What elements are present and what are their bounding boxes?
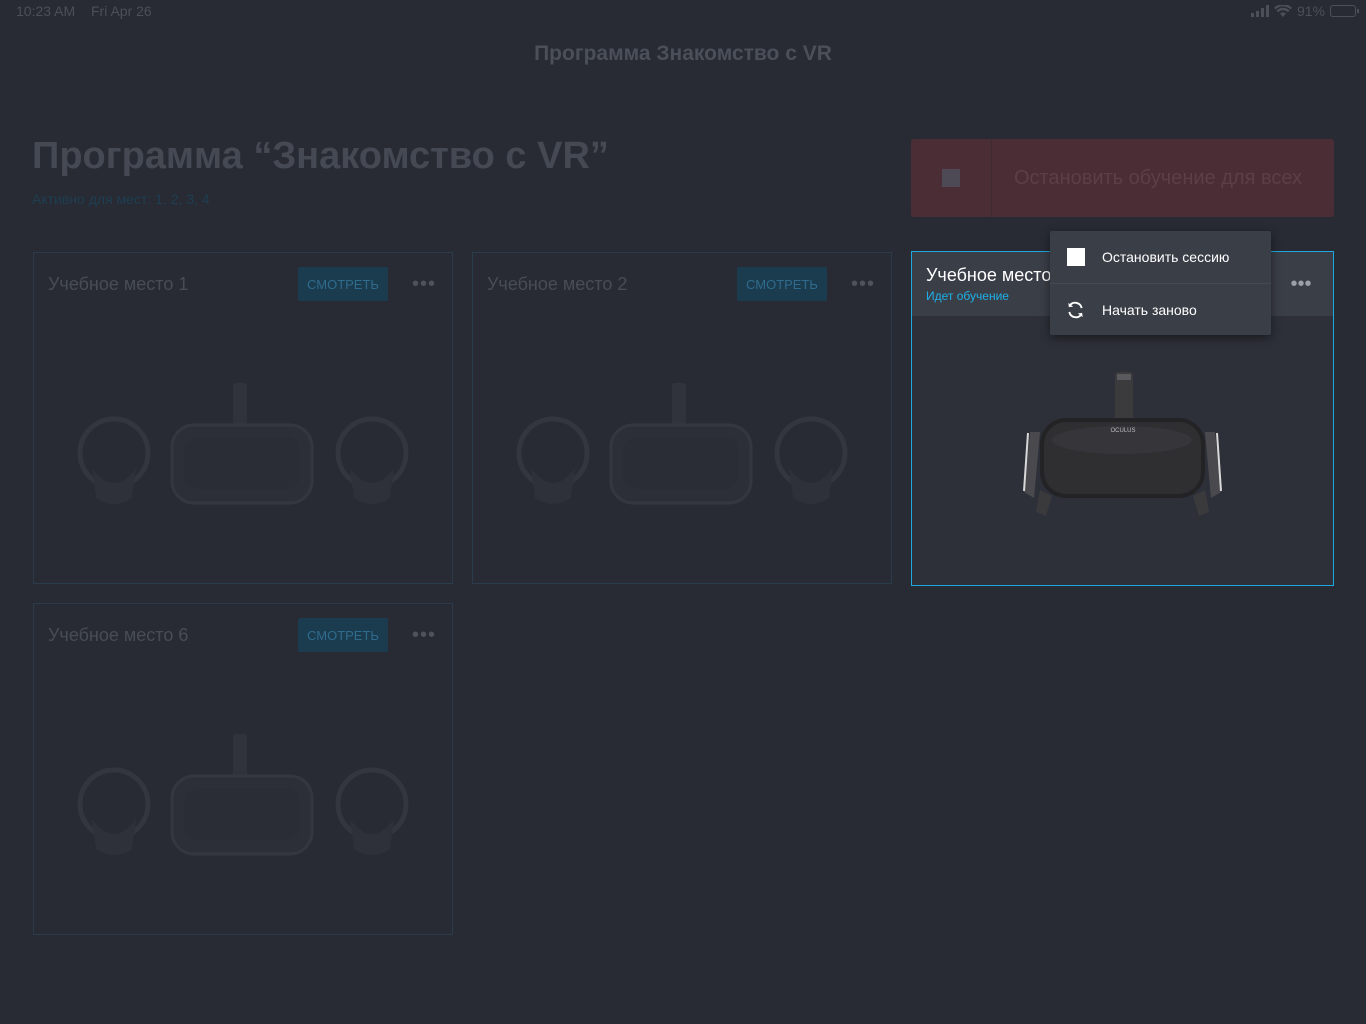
status-right: 91%: [1250, 3, 1359, 19]
more-options-icon[interactable]: •••: [404, 620, 444, 650]
page-title: Программа “Знакомство с VR”: [32, 135, 609, 177]
menu-item-restart[interactable]: Начать заново: [1050, 283, 1271, 335]
vr-headset-image: [72, 373, 417, 523]
stop-all-button[interactable]: Остановить обучение для всех: [911, 139, 1334, 217]
watch-button[interactable]: СМОТРЕТЬ: [298, 267, 388, 301]
watch-button[interactable]: СМОТРЕТЬ: [298, 618, 388, 652]
menu-item-label: Остановить сессию: [1102, 249, 1230, 265]
more-options-icon[interactable]: •••: [404, 269, 444, 299]
menu-item-label: Начать заново: [1102, 301, 1197, 318]
cellular-signal-icon: [1250, 5, 1269, 17]
battery-percent: 91%: [1296, 3, 1325, 19]
workplace-card[interactable]: Учебное место 1 СМОТРЕТЬ •••: [33, 252, 453, 584]
vr-headset-image: [72, 724, 417, 874]
status-date: Fri Apr 26: [91, 3, 152, 19]
stop-all-label: Остановить обучение для всех: [1013, 166, 1303, 189]
card-title: Учебное место: [926, 265, 1052, 285]
stop-icon: [942, 169, 960, 187]
workplace-card[interactable]: Учебное место 2 СМОТРЕТЬ •••: [472, 252, 892, 584]
card-title: Учебное место 6: [48, 625, 189, 645]
workplace-card[interactable]: Учебное место 6 СМОТРЕТЬ •••: [33, 603, 453, 935]
training-status: Идет обучение: [926, 289, 1009, 303]
battery-icon: [1330, 5, 1359, 17]
more-options-icon[interactable]: •••: [843, 269, 883, 299]
restart-icon: [1066, 300, 1085, 319]
watch-button[interactable]: СМОТРЕТЬ: [737, 267, 827, 301]
card-title: Учебное место 1: [48, 274, 189, 294]
stop-icon: [1066, 248, 1085, 267]
wifi-icon: [1273, 4, 1292, 17]
status-time: 10:23 AM: [16, 3, 76, 19]
context-menu: Остановить сессию Начать заново: [1050, 231, 1271, 335]
stop-all-icon-wrap: [911, 139, 992, 217]
card-title: Учебное место 2: [487, 274, 628, 294]
more-options-icon[interactable]: •••: [1280, 269, 1322, 299]
oculus-rift-image: OCULUS: [1023, 372, 1222, 516]
nav-title: Программа Знакомство с VR: [534, 42, 832, 65]
vr-headset-image: [511, 373, 856, 523]
menu-item-stop-session[interactable]: Остановить сессию: [1050, 231, 1271, 283]
status-bar: 10:23 AM Fri Apr 26 91%: [0, 0, 1366, 22]
active-places: Активно для мест: 1, 2, 3, 4: [32, 191, 210, 207]
brand-label: OCULUS: [1110, 428, 1135, 434]
